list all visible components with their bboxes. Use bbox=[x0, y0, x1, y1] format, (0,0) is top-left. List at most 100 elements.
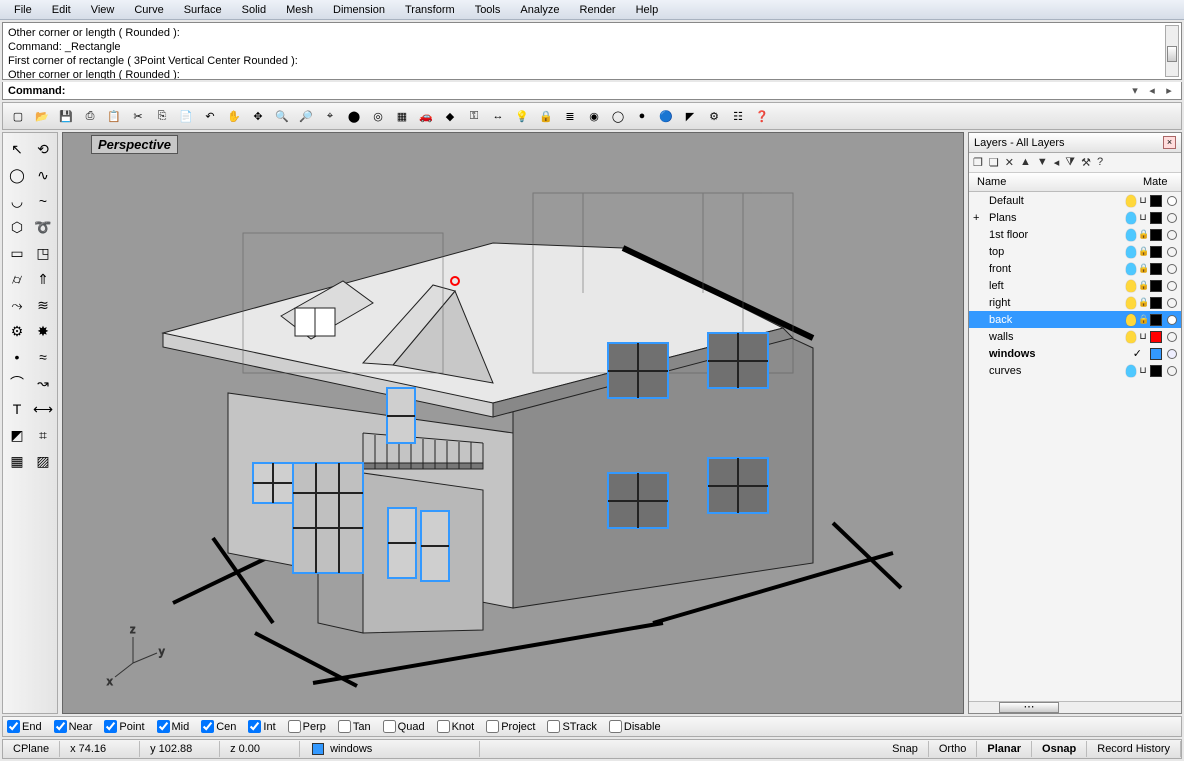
copy-icon[interactable]: ⎘ bbox=[151, 105, 173, 127]
box-tool-icon[interactable]: ◳ bbox=[31, 241, 55, 265]
status-record-history[interactable]: Record History bbox=[1087, 741, 1181, 757]
viewport-label[interactable]: Perspective bbox=[91, 135, 178, 154]
new-icon[interactable]: ▢ bbox=[7, 105, 29, 127]
scroll-right-icon[interactable]: ▸ bbox=[1162, 84, 1176, 97]
mesh-tool-icon[interactable]: ▦ bbox=[5, 449, 29, 473]
osnap-mid[interactable]: Mid bbox=[157, 720, 190, 733]
car-icon[interactable]: 🚗 bbox=[415, 105, 437, 127]
osnap-quad[interactable]: Quad bbox=[383, 720, 425, 733]
horizontal-scrollbar[interactable]: ⋯ bbox=[969, 701, 1181, 713]
color-wheel-icon[interactable]: ◉ bbox=[583, 105, 605, 127]
dim-icon[interactable]: ↔ bbox=[487, 105, 509, 127]
close-icon[interactable]: × bbox=[1163, 136, 1176, 149]
cplane-tool-icon[interactable]: ◩ bbox=[5, 423, 29, 447]
filter-icon[interactable]: ⧩ bbox=[1065, 156, 1075, 169]
menu-surface[interactable]: Surface bbox=[174, 2, 232, 18]
lasso-tool-icon[interactable]: ⟲ bbox=[31, 137, 55, 161]
zoom-in-icon[interactable]: 🔍 bbox=[271, 105, 293, 127]
osnap-disable[interactable]: Disable bbox=[609, 720, 661, 733]
cplane-icon[interactable]: ◤ bbox=[679, 105, 701, 127]
menu-edit[interactable]: Edit bbox=[42, 2, 81, 18]
menu-render[interactable]: Render bbox=[570, 2, 626, 18]
osnap-project[interactable]: Project bbox=[486, 720, 535, 733]
new-layer-icon[interactable]: ❐ bbox=[973, 156, 983, 169]
help-layer-icon[interactable]: ? bbox=[1097, 156, 1103, 169]
osnap-near[interactable]: Near bbox=[54, 720, 93, 733]
move-up-icon[interactable]: ▲ bbox=[1020, 156, 1031, 169]
viewport[interactable]: Perspective bbox=[62, 132, 964, 714]
pipe-tool-icon[interactable]: ⌒ bbox=[5, 371, 29, 395]
scrollbar[interactable] bbox=[1165, 25, 1179, 77]
ucs-tool-icon[interactable]: ⌗ bbox=[31, 423, 55, 447]
col-material[interactable]: Mate bbox=[1143, 176, 1177, 188]
extrude-tool-icon[interactable]: ⇑ bbox=[31, 267, 55, 291]
cyl-tool-icon[interactable]: ⌭ bbox=[5, 267, 29, 291]
menu-dimension[interactable]: Dimension bbox=[323, 2, 395, 18]
osnap-tan[interactable]: Tan bbox=[338, 720, 371, 733]
sphere-blue-icon[interactable]: 🔵 bbox=[655, 105, 677, 127]
osnap-cen[interactable]: Cen bbox=[201, 720, 236, 733]
menu-tools[interactable]: Tools bbox=[465, 2, 511, 18]
lock-icon[interactable]: 🔒 bbox=[535, 105, 557, 127]
gear-tool-icon[interactable]: ⚙ bbox=[5, 319, 29, 343]
move-icon[interactable]: ✥ bbox=[247, 105, 269, 127]
layer-row[interactable]: 1st floor🔒 bbox=[969, 226, 1181, 243]
arc-tool-icon[interactable]: ◡ bbox=[5, 189, 29, 213]
key-icon[interactable]: ⚿ bbox=[463, 105, 485, 127]
new-sublayer-icon[interactable]: ❏ bbox=[989, 156, 999, 169]
tree-icon[interactable]: ☷ bbox=[727, 105, 749, 127]
grid-icon[interactable]: ▦ bbox=[391, 105, 413, 127]
pan-icon[interactable]: ✋ bbox=[223, 105, 245, 127]
menu-solid[interactable]: Solid bbox=[232, 2, 276, 18]
menu-file[interactable]: File bbox=[4, 2, 42, 18]
osnap-int[interactable]: Int bbox=[248, 720, 275, 733]
sphere-wire-icon[interactable]: ◯ bbox=[607, 105, 629, 127]
curve-tool-icon[interactable]: ∿ bbox=[31, 163, 55, 187]
sphere-shaded-icon[interactable]: ● bbox=[631, 105, 653, 127]
history-spinner-icon[interactable]: ▾ bbox=[1128, 84, 1142, 97]
polygon-tool-icon[interactable]: ⬡ bbox=[5, 215, 29, 239]
delete-layer-icon[interactable]: ✕ bbox=[1005, 156, 1014, 169]
sweep-tool-icon[interactable]: ⤳ bbox=[5, 293, 29, 317]
zoom-out-icon[interactable]: 🔎 bbox=[295, 105, 317, 127]
options-icon[interactable]: ⚙ bbox=[703, 105, 725, 127]
status-snap[interactable]: Snap bbox=[882, 741, 929, 757]
open-icon[interactable]: 📂 bbox=[31, 105, 53, 127]
trace-tool-icon[interactable]: ➰ bbox=[31, 215, 55, 239]
layer-row[interactable]: right🔒 bbox=[969, 294, 1181, 311]
osnap-knot[interactable]: Knot bbox=[437, 720, 475, 733]
osnap-strack[interactable]: STrack bbox=[547, 720, 596, 733]
circle-tool-icon[interactable]: ◯ bbox=[5, 163, 29, 187]
rect-tool-icon[interactable]: ▭ bbox=[5, 241, 29, 265]
layer-row[interactable]: Default⊔ bbox=[969, 192, 1181, 209]
flow-tool-icon[interactable]: ↝ bbox=[31, 371, 55, 395]
layer-row[interactable]: walls⊔ bbox=[969, 328, 1181, 345]
render-icon[interactable]: ◆ bbox=[439, 105, 461, 127]
dot-tool-icon[interactable]: • bbox=[5, 345, 29, 369]
print-icon[interactable]: ⎙ bbox=[79, 105, 101, 127]
clipboard-icon[interactable]: 📄 bbox=[175, 105, 197, 127]
osnap-point[interactable]: Point bbox=[104, 720, 144, 733]
menu-view[interactable]: View bbox=[81, 2, 125, 18]
layer-row[interactable]: curves⊔ bbox=[969, 362, 1181, 379]
prev-icon[interactable]: ◂ bbox=[1054, 156, 1060, 169]
loft-tool-icon[interactable]: ≋ bbox=[31, 293, 55, 317]
move-down-icon[interactable]: ▼ bbox=[1037, 156, 1048, 169]
menu-analyze[interactable]: Analyze bbox=[510, 2, 569, 18]
arrow-tool-icon[interactable]: ↖ bbox=[5, 137, 29, 161]
layer-row[interactable]: front🔒 bbox=[969, 260, 1181, 277]
pcurve-tool-icon[interactable]: ~ bbox=[31, 189, 55, 213]
command-input[interactable] bbox=[69, 85, 1128, 97]
menu-help[interactable]: Help bbox=[626, 2, 669, 18]
zoom-extents-icon[interactable]: ◎ bbox=[367, 105, 389, 127]
tools-icon[interactable]: ⚒ bbox=[1081, 156, 1091, 169]
light-off-icon[interactable]: 💡 bbox=[511, 105, 533, 127]
layer-row[interactable]: left🔒 bbox=[969, 277, 1181, 294]
osnap-perp[interactable]: Perp bbox=[288, 720, 326, 733]
cut-icon[interactable]: ✂ bbox=[127, 105, 149, 127]
layer-stack-icon[interactable]: ≣ bbox=[559, 105, 581, 127]
status-layer[interactable]: windows bbox=[300, 741, 480, 757]
explode-tool-icon[interactable]: ✸ bbox=[31, 319, 55, 343]
status-osnap[interactable]: Osnap bbox=[1032, 741, 1087, 757]
undo-icon[interactable]: ↶ bbox=[199, 105, 221, 127]
